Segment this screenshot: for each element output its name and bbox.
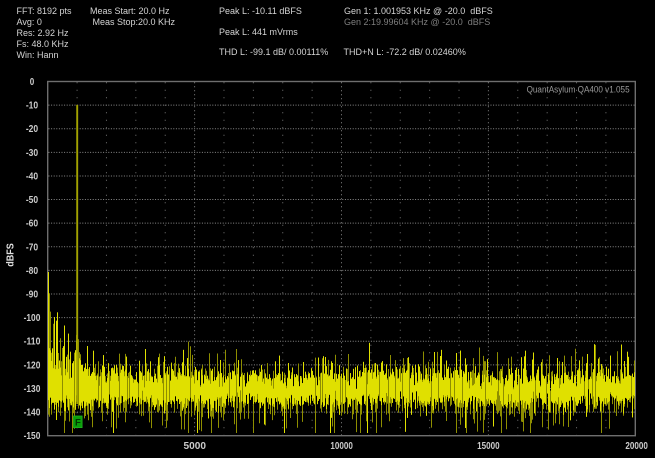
svg-text:F: F — [75, 418, 81, 429]
svg-text:dBFS: dBFS — [6, 243, 17, 267]
svg-text:-20: -20 — [26, 124, 39, 135]
svg-text:-130: -130 — [24, 384, 41, 395]
svg-text:-50: -50 — [26, 195, 39, 206]
svg-text:-40: -40 — [26, 172, 39, 183]
svg-text:-10: -10 — [26, 101, 39, 112]
svg-text:10000: 10000 — [330, 441, 353, 452]
svg-text:20000: 20000 — [625, 441, 648, 452]
svg-text:-110: -110 — [24, 337, 41, 348]
svg-text:-120: -120 — [24, 360, 41, 371]
svg-text:0: 0 — [30, 77, 35, 88]
svg-text:-30: -30 — [26, 148, 39, 159]
svg-text:-150: -150 — [24, 431, 41, 442]
svg-text:-90: -90 — [26, 290, 39, 301]
svg-text:QuantAsylum QA400 v1.055: QuantAsylum QA400 v1.055 — [527, 85, 630, 95]
svg-text:-100: -100 — [24, 313, 41, 324]
svg-text:5000: 5000 — [184, 441, 207, 452]
svg-text:-60: -60 — [26, 219, 39, 230]
svg-text:-70: -70 — [26, 242, 39, 253]
svg-text:15000: 15000 — [477, 441, 500, 452]
svg-text:-140: -140 — [24, 408, 41, 419]
svg-text:-80: -80 — [26, 266, 39, 277]
